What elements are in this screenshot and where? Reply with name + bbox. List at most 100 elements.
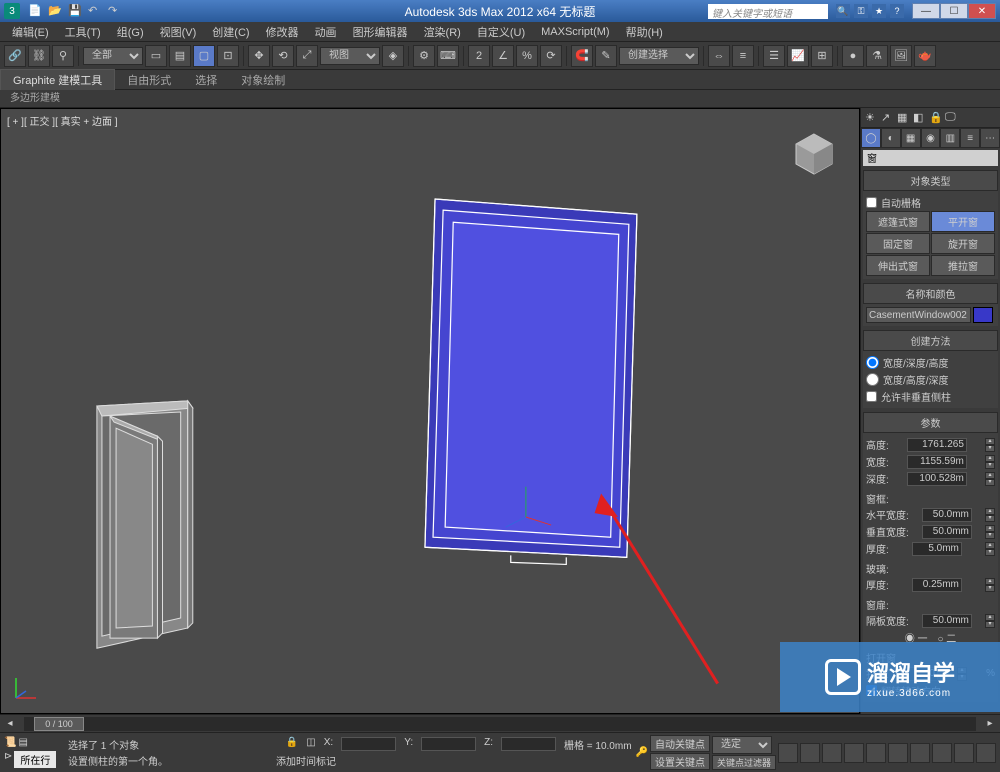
render-icon[interactable]: 🫖 — [914, 45, 936, 67]
thick-input[interactable] — [912, 542, 962, 556]
zoom-icon[interactable] — [910, 743, 930, 763]
method1-radio[interactable] — [866, 356, 879, 369]
tab-display[interactable]: ▥ — [940, 128, 960, 148]
snap-angle-icon[interactable]: ∠ — [492, 45, 514, 67]
mirror-icon[interactable]: ⇔ — [708, 45, 730, 67]
create-method-header[interactable]: 创建方法 — [863, 330, 998, 351]
lock-icon[interactable]: 🔒 — [929, 111, 943, 125]
width-spinner[interactable]: ▴▾ — [985, 455, 995, 469]
align-icon[interactable]: ≡ — [732, 45, 754, 67]
goto-end-icon[interactable] — [866, 743, 886, 763]
time-slider[interactable]: 0 / 100 — [24, 717, 976, 731]
key-icon[interactable]: ⚿ — [854, 4, 868, 18]
monitor-icon[interactable]: 🖵 — [945, 111, 959, 125]
pan-icon[interactable] — [888, 743, 908, 763]
util-icon[interactable]: ◧ — [913, 111, 927, 125]
maximize-button[interactable]: ☐ — [940, 3, 968, 19]
height-spinner[interactable]: ▴▾ — [985, 438, 995, 452]
viewport[interactable]: [ + ][ 正交 ][ 真实 + 边面 ] — [0, 108, 860, 714]
y-input[interactable] — [421, 737, 476, 751]
menu-create[interactable]: 创建(C) — [204, 24, 257, 40]
tab-modify[interactable]: ◐ — [881, 128, 901, 148]
menu-graph[interactable]: 图形编辑器 — [345, 24, 416, 40]
max-view-icon[interactable] — [976, 743, 996, 763]
zoom-all-icon[interactable] — [932, 743, 952, 763]
x-input[interactable] — [341, 737, 396, 751]
key-icon[interactable]: 🔑 — [636, 747, 648, 758]
menu-customize[interactable]: 自定义(U) — [469, 24, 533, 40]
move-icon[interactable]: ✥ — [248, 45, 270, 67]
schematic-icon[interactable]: ⊞ — [811, 45, 833, 67]
method2-radio[interactable] — [866, 373, 879, 386]
new-icon[interactable]: 📄 — [28, 4, 42, 18]
category-dropdown[interactable]: 窗 — [863, 150, 998, 166]
z-input[interactable] — [501, 737, 556, 751]
type-sliding[interactable]: 推拉窗 — [931, 255, 995, 276]
select-icon[interactable]: ▭ — [145, 45, 167, 67]
menu-tools[interactable]: 工具(T) — [57, 24, 109, 40]
window-crossing-icon[interactable]: ⊡ — [217, 45, 239, 67]
menu-render[interactable]: 渲染(R) — [416, 24, 469, 40]
hwidth-spinner[interactable]: ▴▾ — [985, 508, 995, 522]
gthick-spinner[interactable]: ▴▾ — [985, 578, 995, 592]
named-selection-dropdown[interactable]: 创建选择集 — [619, 47, 699, 65]
prev-frame-icon[interactable] — [800, 743, 820, 763]
width-input[interactable] — [907, 455, 967, 469]
key-filter-button[interactable]: 关键点过滤器 — [712, 755, 776, 770]
render-setup-icon[interactable]: ⚗ — [866, 45, 888, 67]
link-icon[interactable]: 🔗 — [4, 45, 26, 67]
iso-icon[interactable]: ◫ — [306, 737, 315, 752]
scale-icon[interactable]: ⤢ — [296, 45, 318, 67]
display-icon[interactable]: ▦ — [897, 111, 911, 125]
menu-modifiers[interactable]: 修改器 — [258, 24, 307, 40]
app-icon[interactable]: 3 — [4, 3, 20, 19]
star-icon[interactable]: ★ — [872, 4, 886, 18]
ref-coord-dropdown[interactable]: 视图 — [320, 47, 380, 65]
nonvert-checkbox[interactable] — [866, 391, 877, 402]
ribbon-tab-freeform[interactable]: 自由形式 — [115, 70, 183, 90]
select-name-icon[interactable]: ▤ — [169, 45, 191, 67]
select-region-icon[interactable]: ▢ — [193, 45, 215, 67]
autogrid-checkbox[interactable] — [866, 197, 877, 208]
keyboard-icon[interactable]: ⌨ — [437, 45, 459, 67]
light-icon[interactable]: ☀ — [865, 111, 879, 125]
color-swatch[interactable] — [973, 307, 993, 323]
object-name-input[interactable] — [866, 307, 971, 323]
save-icon[interactable]: 💾 — [68, 4, 82, 18]
curve-editor-icon[interactable]: 📈 — [787, 45, 809, 67]
panelw-spinner[interactable]: ▴▾ — [985, 614, 995, 628]
ribbon-tab-graphite[interactable]: Graphite 建模工具 — [0, 69, 115, 90]
timeline-next-icon[interactable]: ▸ — [980, 718, 1000, 729]
vwidth-input[interactable] — [922, 525, 972, 539]
hwidth-input[interactable] — [922, 508, 972, 522]
open-icon[interactable]: 📂 — [48, 4, 62, 18]
minimize-button[interactable]: — — [912, 3, 940, 19]
name-header[interactable]: 名称和颜色 — [863, 283, 998, 304]
menu-group[interactable]: 组(G) — [109, 24, 152, 40]
render-frame-icon[interactable]: 🖼 — [890, 45, 912, 67]
type-projected[interactable]: 伸出式窗 — [866, 255, 930, 276]
pivot-icon[interactable]: ◈ — [382, 45, 404, 67]
add-time-tag[interactable]: 添加时间标记 — [276, 753, 336, 768]
object-type-header[interactable]: 对象类型 — [863, 170, 998, 191]
layers-icon[interactable]: ☰ — [763, 45, 785, 67]
script-icon[interactable]: 📜 — [4, 737, 16, 748]
rotate-icon[interactable]: ⟲ — [272, 45, 294, 67]
gthick-input[interactable] — [912, 578, 962, 592]
undo-icon[interactable]: ↶ — [88, 4, 102, 18]
type-awning[interactable]: 遮篷式窗 — [866, 211, 930, 232]
search-icon[interactable]: 🔍 — [836, 4, 850, 18]
current-row-button[interactable]: 所在行 — [14, 751, 56, 768]
params-header[interactable]: 参数 — [863, 412, 998, 433]
set-key-button[interactable]: 设置关键点 — [650, 753, 710, 770]
unlink-icon[interactable]: ⛓ — [28, 45, 50, 67]
snap-2d-icon[interactable]: 2 — [468, 45, 490, 67]
ribbon-tab-paint[interactable]: 对象绘制 — [229, 70, 297, 90]
edit-sel-icon[interactable]: ✎ — [595, 45, 617, 67]
help-search-input[interactable]: 键入关键字或短语 — [708, 4, 828, 19]
material-icon[interactable]: ● — [842, 45, 864, 67]
height-input[interactable] — [907, 438, 967, 452]
key-target-dropdown[interactable]: 选定对象 — [712, 736, 772, 754]
menu-help[interactable]: 帮助(H) — [618, 24, 671, 40]
redo-icon[interactable]: ↷ — [108, 4, 122, 18]
